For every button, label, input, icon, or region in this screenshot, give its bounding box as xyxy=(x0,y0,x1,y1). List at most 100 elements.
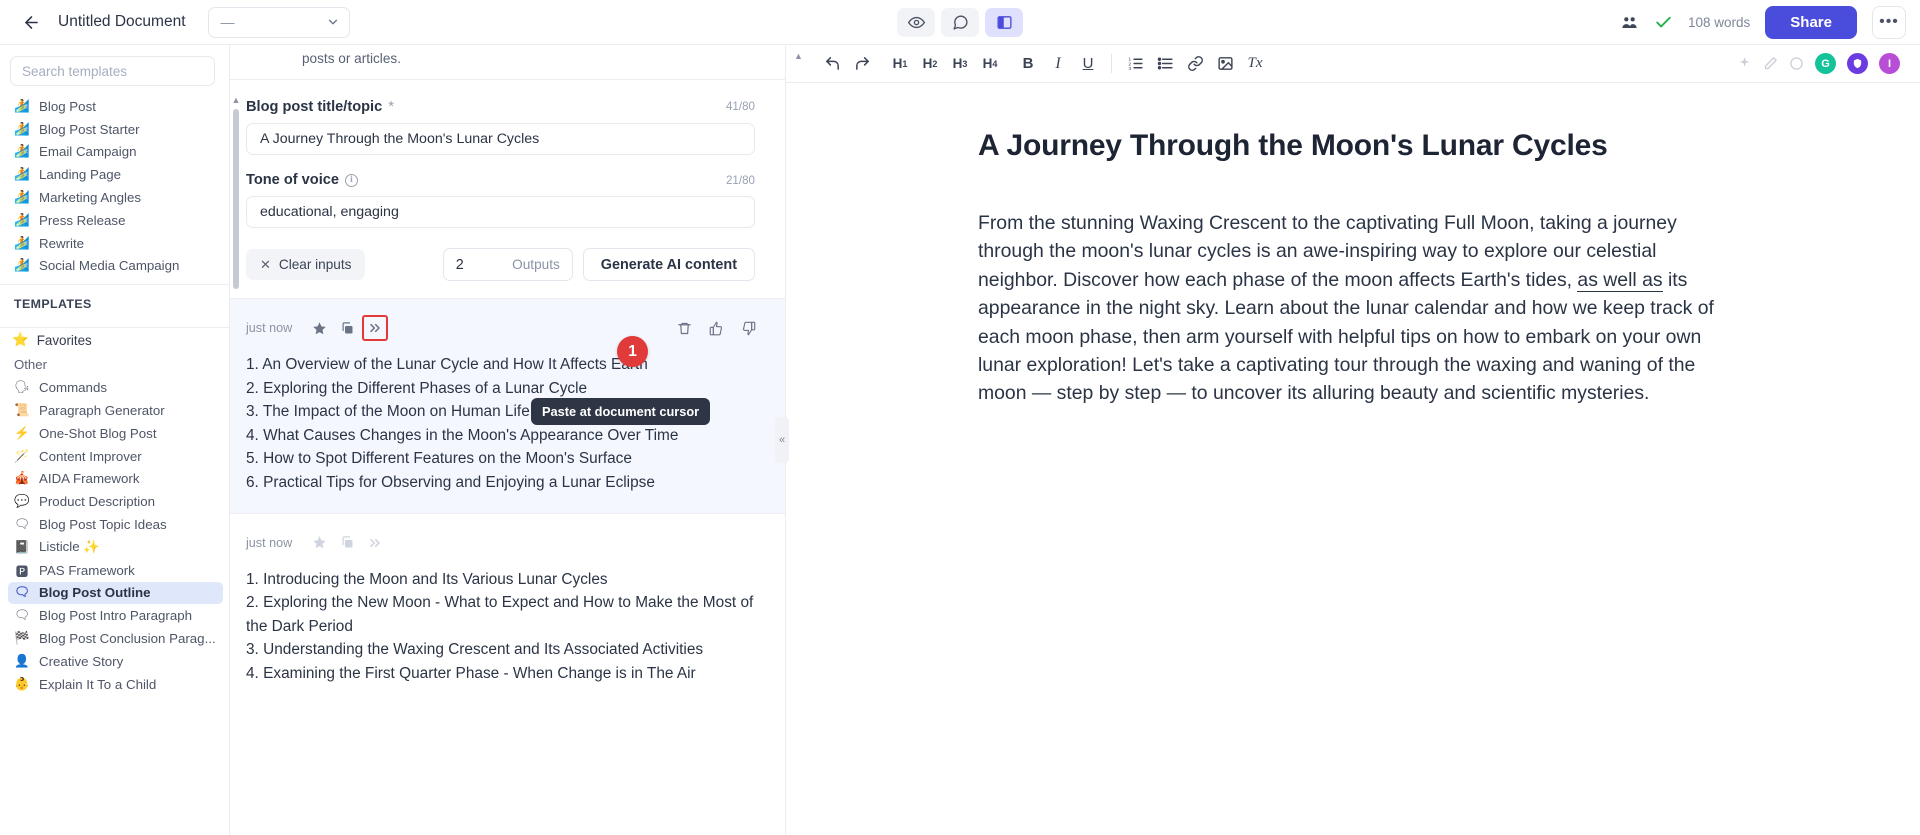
editor-scroll-up-icon[interactable]: ▲ xyxy=(794,51,803,61)
sidebar-template-item[interactable]: 📓Listicle ✨ xyxy=(0,536,229,559)
sidebar-template-item[interactable]: 🏁Blog Post Conclusion Parag... xyxy=(0,627,229,650)
bold-button[interactable]: B xyxy=(1014,50,1042,78)
form-actions-row: ✕ Clear inputs 2 Outputs Generate AI con… xyxy=(246,248,755,281)
star-icon[interactable] xyxy=(306,315,332,341)
outputs-count-select[interactable]: 2 Outputs xyxy=(443,248,573,281)
output-timestamp: just now xyxy=(246,321,292,335)
sidebar-quick-item[interactable]: 🏄Blog Post xyxy=(0,95,229,118)
sidebar-template-item[interactable]: 🅿PAS Framework xyxy=(0,559,229,582)
shield-icon[interactable] xyxy=(1847,53,1868,74)
sidebar-item-label: Blog Post Intro Paragraph xyxy=(39,608,192,623)
sidebar-scroll[interactable]: 🏄Blog Post🏄Blog Post Starter🏄Email Campa… xyxy=(0,95,229,835)
chat-view-button[interactable] xyxy=(941,8,979,37)
generate-ai-content-button[interactable]: Generate AI content xyxy=(583,248,755,281)
saved-check-icon xyxy=(1654,13,1673,32)
redo-icon[interactable] xyxy=(848,50,876,78)
heading-1-button[interactable]: H1 xyxy=(886,50,914,78)
sidebar-item-blog-post-outline[interactable]: 🗨Blog Post Outline xyxy=(8,582,223,605)
document-canvas[interactable]: A Journey Through the Moon's Lunar Cycle… xyxy=(786,83,1920,835)
project-select[interactable]: — xyxy=(208,7,350,38)
sparkle-icon[interactable] xyxy=(1737,56,1752,71)
sidebar-quick-list: 🏄Blog Post🏄Blog Post Starter🏄Email Campa… xyxy=(0,95,229,277)
paste-at-cursor-tooltip: Paste at document cursor xyxy=(531,398,710,425)
bullet-list-icon[interactable] xyxy=(1151,50,1179,78)
pen-icon[interactable] xyxy=(1763,56,1778,71)
sidebar-template-item[interactable]: 🪄Content Improver xyxy=(0,445,229,468)
sidebar-quick-item[interactable]: 🏄Email Campaign xyxy=(0,141,229,164)
circle-icon[interactable] xyxy=(1789,56,1804,71)
output-line: 4. What Causes Changes in the Moon's App… xyxy=(246,424,761,448)
sidebar-quick-item[interactable]: 🏄Marketing Angles xyxy=(0,186,229,209)
sidebar-item-label: Blog Post xyxy=(39,99,96,114)
copy-icon[interactable] xyxy=(334,530,360,556)
sidebar-template-item[interactable]: 📜Paragraph Generator xyxy=(0,399,229,422)
sidebar-template-item[interactable]: 👤Creative Story xyxy=(0,650,229,673)
required-marker-title: * xyxy=(388,98,394,115)
avatar[interactable]: I xyxy=(1879,53,1900,74)
document-paragraph[interactable]: From the stunning Waxing Crescent to the… xyxy=(978,209,1728,408)
info-icon[interactable]: i xyxy=(345,174,358,187)
sidebar-item-label: Press Release xyxy=(39,213,125,228)
sidebar-template-item[interactable]: ⚡One-Shot Blog Post xyxy=(0,422,229,445)
annotation-badge-1: 1 xyxy=(617,336,648,367)
tone-of-voice-input[interactable] xyxy=(246,196,755,228)
blog-post-title-input[interactable] xyxy=(246,123,755,155)
scroll-up-arrow-icon[interactable]: ▲ xyxy=(232,95,241,105)
italic-button[interactable]: I xyxy=(1044,50,1072,78)
star-icon[interactable] xyxy=(306,530,332,556)
form-scroll-thumb[interactable] xyxy=(233,109,239,289)
link-icon[interactable] xyxy=(1181,50,1209,78)
output-card[interactable]: just now1. Introducing the Moon and Its … xyxy=(230,513,785,704)
image-icon[interactable] xyxy=(1211,50,1239,78)
sidebar-item-label: Content Improver xyxy=(39,449,142,464)
back-arrow-icon[interactable] xyxy=(18,9,44,35)
heading-2-button[interactable]: H2 xyxy=(916,50,944,78)
thumbs-up-icon[interactable] xyxy=(703,315,729,341)
sidebar-item-label: Marketing Angles xyxy=(39,190,141,205)
split-view-button[interactable] xyxy=(985,8,1023,37)
more-options-button[interactable]: ••• xyxy=(1872,6,1906,39)
sidebar-item-favorites[interactable]: ⭐ Favorites xyxy=(0,328,229,353)
sidebar-template-item[interactable]: 🗨Blog Post Intro Paragraph xyxy=(0,604,229,627)
sidebar-quick-item[interactable]: 🏄Press Release xyxy=(0,209,229,232)
form-scroll-track[interactable] xyxy=(233,109,239,827)
paste-at-cursor-icon[interactable] xyxy=(362,315,388,341)
sidebar-quick-item[interactable]: 🏄Landing Page xyxy=(0,163,229,186)
sidebar-template-item[interactable]: 👶Explain It To a Child xyxy=(0,673,229,696)
undo-icon[interactable] xyxy=(818,50,846,78)
output-line: 1. An Overview of the Lunar Cycle and Ho… xyxy=(246,353,761,377)
sidebar-quick-item[interactable]: 🏄Blog Post Starter xyxy=(0,118,229,141)
sidebar-group-other: Other xyxy=(0,353,229,376)
collapse-panel-handle[interactable]: « xyxy=(775,417,789,463)
thumbs-down-icon[interactable] xyxy=(735,315,761,341)
output-line: 2. Exploring the New Moon - What to Expe… xyxy=(246,591,761,638)
grammarly-icon[interactable]: G xyxy=(1815,53,1836,74)
editor-toolbar-right: G I xyxy=(1737,53,1900,74)
sidebar-template-item[interactable]: 💬Product Description xyxy=(0,490,229,513)
template-icon: 🗨 xyxy=(14,585,30,600)
underline-button[interactable]: U xyxy=(1074,50,1102,78)
clear-inputs-button[interactable]: ✕ Clear inputs xyxy=(246,249,365,280)
heading-4-button[interactable]: H4 xyxy=(976,50,1004,78)
copy-icon[interactable] xyxy=(334,315,360,341)
output-timestamp: just now xyxy=(246,536,292,550)
heading-3-button[interactable]: H3 xyxy=(946,50,974,78)
search-input[interactable] xyxy=(10,56,215,86)
ordered-list-icon[interactable]: 123 xyxy=(1121,50,1149,78)
trash-icon[interactable] xyxy=(671,315,697,341)
sidebar-template-item[interactable]: 🎪AIDA Framework xyxy=(0,468,229,491)
sidebar-template-item[interactable]: 🗨Blog Post Topic Ideas xyxy=(0,513,229,536)
share-button[interactable]: Share xyxy=(1765,6,1857,39)
form-scrollbar[interactable]: ▲ xyxy=(231,45,241,835)
clear-formatting-button[interactable]: Tx xyxy=(1241,50,1269,78)
document-heading[interactable]: A Journey Through the Moon's Lunar Cycle… xyxy=(978,129,1728,163)
sidebar-item-label: AIDA Framework xyxy=(39,471,140,486)
people-icon[interactable] xyxy=(1620,13,1639,32)
view-toggle-group xyxy=(897,8,1023,37)
preview-view-button[interactable] xyxy=(897,8,935,37)
sidebar-quick-item[interactable]: 🏄Social Media Campaign xyxy=(0,255,229,278)
document-title[interactable]: Untitled Document xyxy=(58,13,186,31)
sidebar-quick-item[interactable]: 🏄Rewrite xyxy=(0,232,229,255)
paste-at-cursor-icon[interactable] xyxy=(362,530,388,556)
sidebar-template-item[interactable]: 🗣Commands xyxy=(0,376,229,399)
